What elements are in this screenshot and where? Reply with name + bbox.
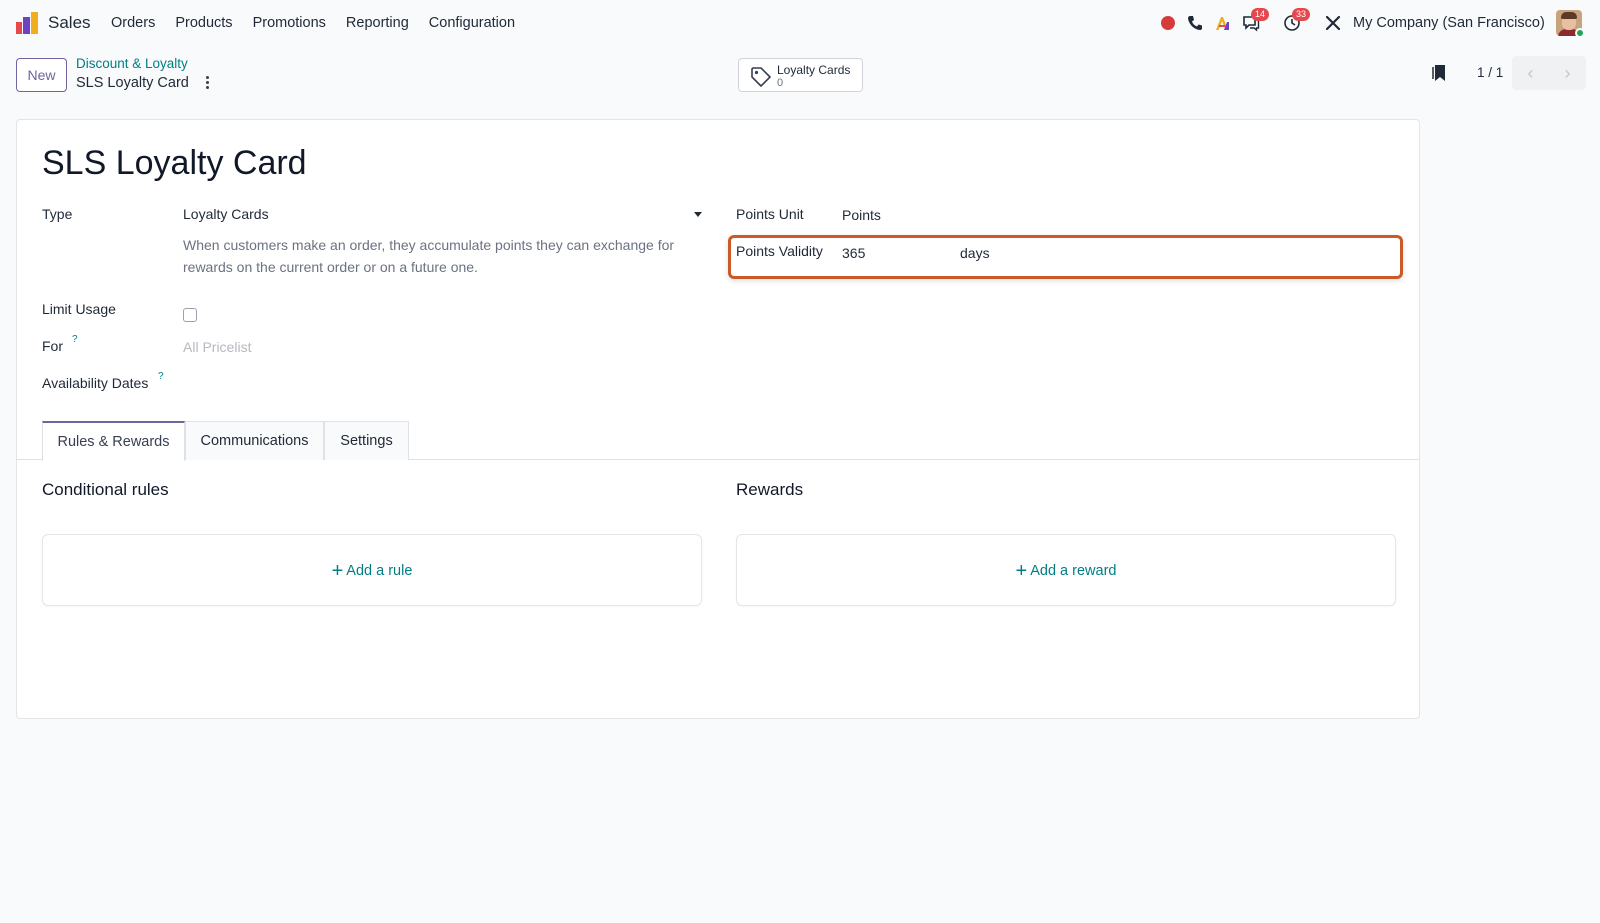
points-validity-unit: days (960, 245, 990, 261)
online-status-dot (1575, 28, 1585, 38)
tab-communications[interactable]: Communications (185, 421, 324, 460)
activities-badge: 33 (1292, 8, 1311, 21)
record-icon[interactable] (1159, 14, 1177, 32)
sales-app-icon[interactable] (15, 11, 39, 35)
pager-next-icon[interactable]: › (1549, 56, 1586, 90)
plus-icon: + (331, 560, 344, 582)
points-validity-label: Points Validity (736, 243, 823, 259)
conditional-rules-title: Conditional rules (42, 480, 169, 499)
smart-button-count: 0 (777, 77, 784, 89)
tools-icon[interactable] (1324, 14, 1342, 32)
rules-list: + Add a rule (42, 534, 702, 606)
breadcrumb-current: SLS Loyalty Card (76, 75, 189, 91)
limit-usage-checkbox[interactable] (183, 308, 197, 322)
messages-badge: 14 (1251, 8, 1270, 21)
for-label: For (42, 338, 63, 354)
points-unit-label: Points Unit (736, 206, 804, 222)
ai-icon[interactable] (1214, 14, 1232, 32)
menu-configuration[interactable]: Configuration (429, 15, 515, 31)
menu-promotions[interactable]: Promotions (253, 15, 326, 31)
messages-button[interactable]: 14 (1242, 8, 1270, 32)
plus-icon: + (1015, 560, 1028, 582)
add-reward-label: Add a reward (1030, 563, 1117, 579)
app-name[interactable]: Sales (48, 13, 91, 33)
menu-products[interactable]: Products (175, 15, 232, 31)
points-unit-field[interactable]: Points (842, 207, 881, 223)
type-select[interactable]: Loyalty Cards (183, 206, 699, 228)
type-label: Type (42, 206, 73, 222)
pager-previous-icon[interactable]: ‹ (1512, 56, 1549, 90)
tab-settings[interactable]: Settings (324, 421, 409, 460)
add-reward-button[interactable]: + Add a reward (737, 560, 1395, 583)
activities-button[interactable]: 33 (1283, 8, 1311, 32)
rewards-list: + Add a reward (736, 534, 1396, 606)
type-value: Loyalty Cards (183, 206, 269, 222)
type-description: When customers make an order, they accum… (183, 237, 675, 275)
smart-button-label: Loyalty Cards (777, 63, 851, 77)
menu-reporting[interactable]: Reporting (346, 15, 409, 31)
pricelist-field[interactable]: All Pricelist (183, 339, 251, 355)
rewards-title: Rewards (736, 480, 804, 499)
pager-buttons: ‹ › (1512, 56, 1586, 90)
tab-rules-rewards[interactable]: Rules & Rewards (42, 421, 185, 461)
company-switcher[interactable]: My Company (San Francisco) (1353, 15, 1545, 31)
add-rule-button[interactable]: + Add a rule (43, 560, 701, 583)
menu-orders[interactable]: Orders (111, 15, 155, 31)
add-rule-label: Add a rule (346, 563, 413, 579)
record-title[interactable]: SLS Loyalty Card (42, 144, 307, 183)
breadcrumb-parent[interactable]: Discount & Loyalty (76, 56, 188, 71)
availability-help-icon[interactable]: ? (158, 371, 164, 382)
avatar-hair (1561, 12, 1577, 19)
top-navbar: Sales Orders Products Promotions Reporti… (0, 0, 1600, 46)
points-validity-highlight (728, 235, 1403, 279)
form-sheet: SLS Loyalty Card Type Loyalty Cards When… (16, 119, 1420, 719)
phone-icon[interactable] (1186, 14, 1204, 32)
main-menu: Orders Products Promotions Reporting Con… (111, 15, 535, 31)
loyalty-cards-smart-button[interactable]: Loyalty Cards 0 (738, 58, 863, 92)
bookmark-icon[interactable] (1432, 64, 1446, 82)
tag-icon (751, 67, 771, 87)
limit-usage-label: Limit Usage (42, 301, 116, 317)
pager-value[interactable]: 1 / 1 (1477, 65, 1503, 80)
new-button[interactable]: New (16, 58, 67, 92)
availability-dates-label: Availability Dates (42, 375, 149, 391)
chevron-down-icon[interactable] (694, 212, 702, 217)
for-help-icon[interactable]: ? (72, 334, 78, 345)
points-validity-input[interactable]: 365 (842, 245, 865, 261)
actions-menu-icon[interactable] (201, 74, 213, 92)
